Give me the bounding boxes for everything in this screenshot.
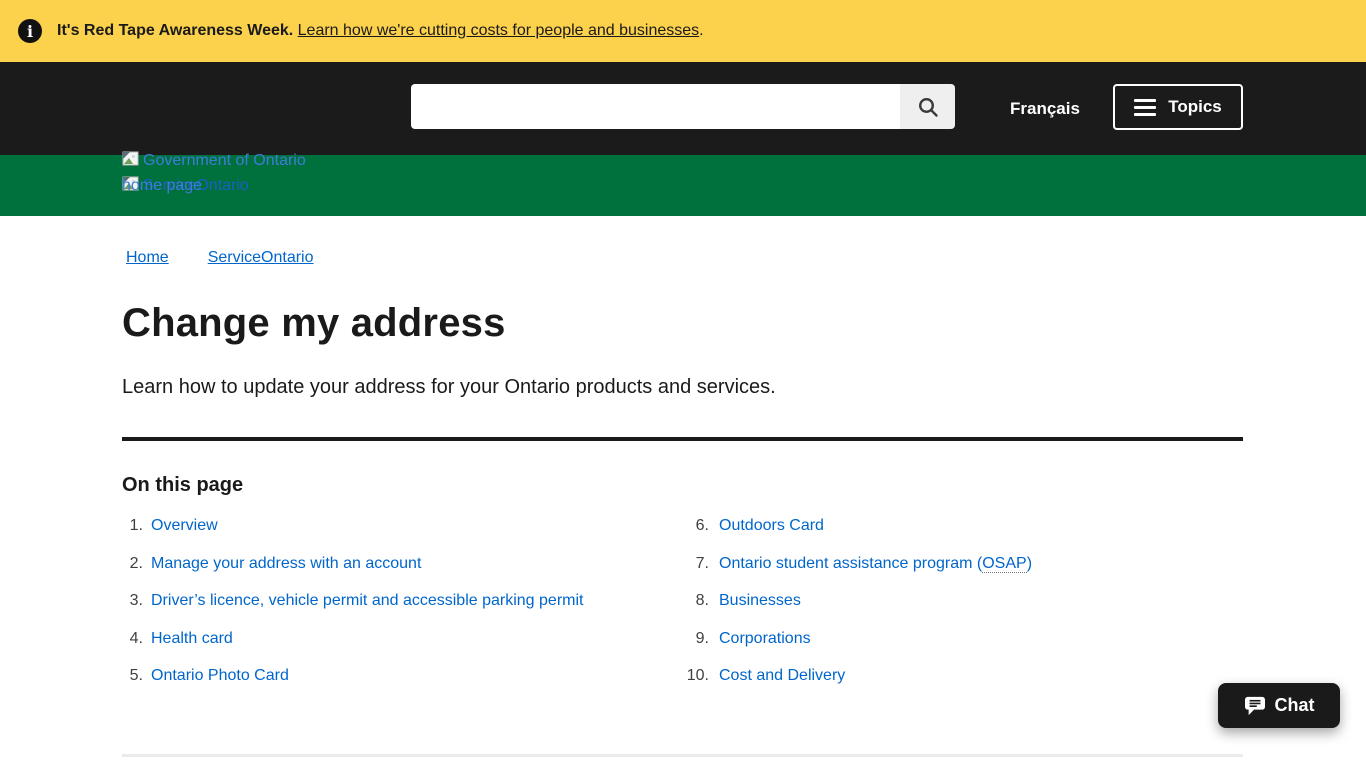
- toc-item: 2. Manage your address with an account: [122, 555, 681, 593]
- chat-button-label: Chat: [1275, 695, 1315, 716]
- toc-item: 1. Overview: [122, 517, 681, 555]
- toc-item: 6. Outdoors Card: [681, 517, 1032, 555]
- toc-heading: On this page: [122, 474, 1243, 497]
- toc-column-right: 6. Outdoors Card 7. Ontario student assi…: [681, 517, 1032, 705]
- toc-column-left: 1. Overview 2. Manage your address with …: [122, 517, 681, 705]
- ontario-logo-alt-text: Government of Ontario home page: [122, 152, 306, 194]
- breadcrumb-link-serviceontario[interactable]: ServiceOntario: [204, 249, 314, 267]
- toc-link-businesses[interactable]: Businesses: [719, 592, 801, 610]
- toc-link-overview[interactable]: Overview: [151, 517, 218, 535]
- toc-list: 1. Overview 2. Manage your address with …: [122, 517, 1243, 705]
- alert-banner: i It's Red Tape Awareness Week. Learn ho…: [0, 0, 1366, 62]
- search-bar: [411, 84, 955, 129]
- toc-number: 5.: [122, 667, 143, 685]
- toc-number: 2.: [122, 555, 143, 573]
- toc-item: 10. Cost and Delivery: [681, 667, 1032, 705]
- toc-number: 1.: [122, 517, 143, 535]
- toc-link-manage-address[interactable]: Manage your address with an account: [151, 555, 421, 573]
- breadcrumb: Home ServiceOntario: [122, 216, 1243, 267]
- toc-link-drivers-licence[interactable]: Driver’s licence, vehicle permit and acc…: [151, 592, 583, 610]
- toc-number: 6.: [681, 517, 709, 535]
- bottom-divider: [122, 754, 1243, 757]
- section-divider: [122, 437, 1243, 441]
- toc-item: 8. Businesses: [681, 592, 1032, 630]
- toc-number: 3.: [122, 592, 143, 610]
- alert-link[interactable]: Learn how we're cutting costs for people…: [298, 22, 700, 39]
- ontario-home-link[interactable]: Government of Ontario home page: [122, 148, 317, 198]
- info-icon: i: [18, 19, 42, 43]
- toc-link-corporations[interactable]: Corporations: [719, 630, 811, 648]
- topics-button-label: Topics: [1168, 97, 1222, 117]
- toc-link-osap[interactable]: Ontario student assistance program (OSAP…: [719, 555, 1032, 573]
- site-header: Government of Ontario home page Français…: [0, 62, 1366, 155]
- menu-icon: [1134, 99, 1156, 116]
- toc-osap-prefix: Ontario student assistance program (: [719, 555, 982, 572]
- toc-number: 7.: [681, 555, 709, 573]
- toc-item: 3. Driver’s licence, vehicle permit and …: [122, 592, 681, 630]
- chat-button[interactable]: Chat: [1218, 683, 1340, 728]
- toc-item: 4. Health card: [122, 630, 681, 668]
- toc-number: 9.: [681, 630, 709, 648]
- toc-item: 7. Ontario student assistance program (O…: [681, 555, 1032, 593]
- breadcrumb-link-home[interactable]: Home: [122, 249, 169, 267]
- alert-bold-text: It's Red Tape Awareness Week.: [57, 22, 293, 39]
- search-button[interactable]: [900, 84, 955, 129]
- toc-link-photo-card[interactable]: Ontario Photo Card: [151, 667, 289, 685]
- toc-number: 4.: [122, 630, 143, 648]
- toc-link-cost-delivery[interactable]: Cost and Delivery: [719, 667, 845, 685]
- toc-link-health-card[interactable]: Health card: [151, 630, 233, 648]
- topics-button[interactable]: Topics: [1113, 84, 1243, 130]
- page-title: Change my address: [122, 301, 1243, 346]
- toc-item: 9. Corporations: [681, 630, 1032, 668]
- alert-text: It's Red Tape Awareness Week. Learn how …: [57, 22, 704, 40]
- osap-abbr: OSAP: [982, 555, 1026, 573]
- toc-item: 5. Ontario Photo Card: [122, 667, 681, 705]
- search-icon: [916, 95, 940, 119]
- broken-image-icon: [122, 151, 140, 167]
- toc-number: 10.: [681, 667, 709, 685]
- main-content: Home ServiceOntario Change my address Le…: [0, 216, 1366, 705]
- search-input[interactable]: [411, 84, 900, 129]
- page-intro: Learn how to update your address for you…: [122, 376, 1243, 399]
- alert-period: .: [699, 22, 703, 39]
- language-toggle-link[interactable]: Français: [1010, 62, 1080, 155]
- chat-icon: [1244, 696, 1266, 716]
- toc-link-outdoors-card[interactable]: Outdoors Card: [719, 517, 824, 535]
- toc-osap-suffix: ): [1027, 555, 1032, 572]
- toc-number: 8.: [681, 592, 709, 610]
